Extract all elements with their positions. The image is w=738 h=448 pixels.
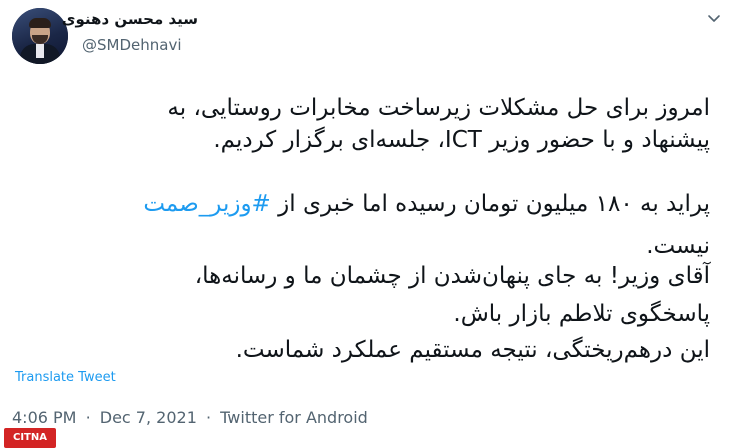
- watermark-logo: CITNA: [4, 428, 56, 448]
- tweet-time[interactable]: 4:06 PM: [12, 408, 76, 427]
- avatar-shirt: [36, 44, 44, 58]
- tweet-text-line-3-text: پراید به ۱۸۰ میلیون تومان رسیده اما خبری…: [270, 191, 710, 217]
- avatar[interactable]: [12, 8, 68, 64]
- chevron-down-glyph: [708, 15, 720, 22]
- tweet-date[interactable]: Dec 7, 2021: [100, 408, 197, 427]
- author-handle[interactable]: @SMDehnavi: [82, 36, 182, 54]
- avatar-hair: [29, 18, 51, 28]
- tweet-meta: 4:06 PM · Dec 7, 2021 · Twitter for Andr…: [12, 408, 372, 427]
- tweet-text-line-5: آقای وزیر! به جای پنهان‌شدن از چشمان ما …: [194, 263, 710, 289]
- tweet-text-line-7: این درهم‌ریختگی، نتیجه مستقیم عملکرد شما…: [235, 337, 710, 363]
- tweet-text-line-3: پراید به ۱۸۰ میلیون تومان رسیده اما خبری…: [30, 188, 710, 220]
- chevron-down-icon[interactable]: [704, 10, 724, 30]
- meta-separator: ·: [205, 408, 212, 427]
- tweet-text-line-4: نیست.: [646, 233, 710, 259]
- translate-tweet-link[interactable]: Translate Tweet: [15, 370, 116, 385]
- tweet-source[interactable]: Twitter for Android: [220, 408, 368, 427]
- meta-separator: ·: [85, 408, 91, 427]
- tweet-header: سید محسن دهنوی @SMDehnavi: [0, 0, 738, 76]
- author-display-name[interactable]: سید محسن دهنوی: [62, 10, 198, 28]
- tweet-card: سید محسن دهنوی @SMDehnavi امروز برای حل …: [0, 0, 738, 448]
- tweet-text-line-6: پاسخگوی تلاطم بازار باش.: [453, 301, 710, 327]
- hashtag-link[interactable]: #وزیر_صمت: [143, 191, 271, 217]
- tweet-text-line-1: امروز برای حل مشکلات زیرساخت مخابرات روس…: [167, 95, 710, 121]
- tweet-text-line-2: پیشنهاد و با حضور وزیر ICT، جلسه‌ای برگز…: [213, 127, 710, 153]
